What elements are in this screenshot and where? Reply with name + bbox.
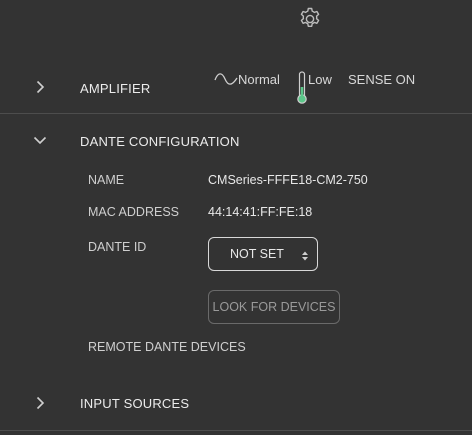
sine-wave-icon [214,72,238,86]
name-label: NAME [88,173,125,187]
temperature-low-text: Low [308,72,332,87]
mode-normal-text: Normal [238,72,280,87]
mac-address-label: MAC ADDRESS [88,205,179,219]
chevron-right-icon [33,80,47,94]
dante-id-select[interactable]: NOT SET [208,237,318,271]
gear-icon[interactable] [296,5,324,33]
updown-arrows-icon [301,249,309,261]
sense-status-text: SENSE ON [348,72,416,87]
chevron-down-icon [33,133,47,147]
remote-dante-devices-label: REMOTE DANTE DEVICES [88,340,246,354]
input-sources-label: INPUT SOURCES [80,396,190,411]
dante-section-header[interactable]: DANTE CONFIGURATION [0,124,472,158]
mac-address-value: 44:14:41:FF:FE:18 [208,205,313,219]
name-value: CMSeries-FFFE18-CM2-750 [208,173,368,187]
thermometer-icon [296,71,308,105]
dante-id-label: DANTE ID [88,240,147,254]
look-for-devices-button[interactable]: LOOK FOR DEVICES [208,290,340,324]
amplifier-label: AMPLIFIER [80,81,151,96]
input-sources-section-header[interactable]: INPUT SOURCES [0,386,472,420]
divider [0,113,472,114]
chevron-right-icon [33,396,47,410]
dante-label: DANTE CONFIGURATION [80,134,240,149]
dante-id-value: NOT SET [230,247,284,261]
divider [0,430,472,431]
